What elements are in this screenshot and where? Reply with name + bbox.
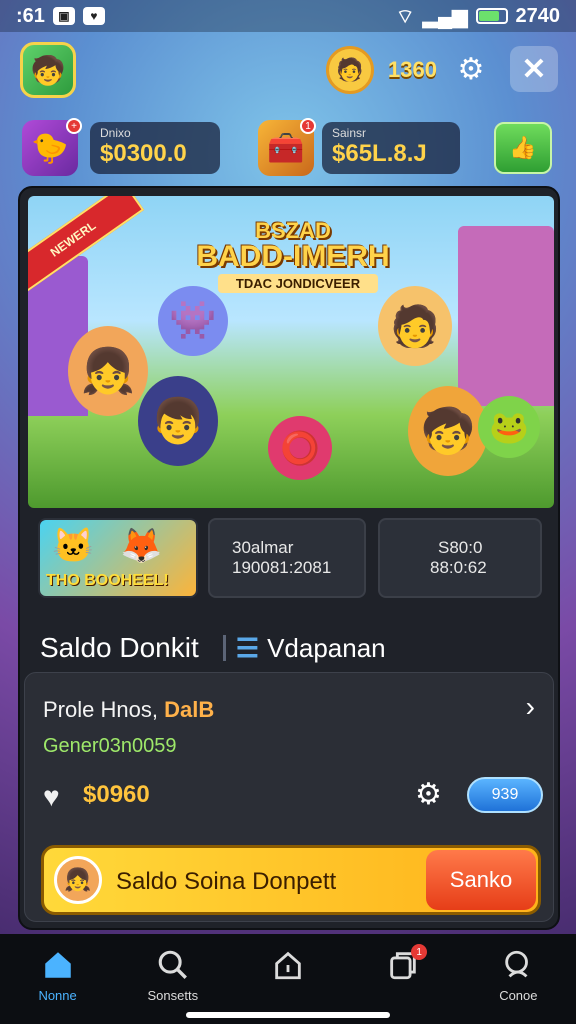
tab-saldo[interactable]: Saldo Donkit bbox=[40, 632, 199, 664]
settings-gear-icon[interactable]: ⚙ bbox=[454, 52, 488, 86]
left-stat-label: Dnixo bbox=[100, 126, 131, 140]
chevron-right-icon[interactable]: › bbox=[526, 691, 535, 723]
nav-home[interactable]: Nonne bbox=[8, 948, 108, 1024]
left-stat-badge: + bbox=[66, 118, 82, 134]
info-card-2-line1: S80:0 bbox=[438, 538, 483, 557]
tab-vdapanan-label: Vdapanan bbox=[267, 632, 386, 663]
coin-value: 1360 bbox=[388, 57, 437, 82]
banner-subtitle: TDAC JONDICVEER bbox=[218, 274, 378, 293]
offer-gear-icon[interactable]: ⚙ bbox=[415, 777, 442, 812]
info-card-2-line2: 88:0:62 bbox=[430, 558, 487, 577]
nav-chat[interactable]: Conoe bbox=[468, 948, 568, 1024]
signal-icon: ▂▄▆ bbox=[422, 5, 468, 28]
chat-icon bbox=[505, 950, 529, 978]
right-stat-value: $65L.8.J bbox=[332, 140, 427, 167]
left-stat-value: $0300.0 bbox=[100, 140, 187, 167]
cat-icon: 🐱 bbox=[52, 527, 95, 565]
offer-title-highlight: DalB bbox=[164, 697, 215, 722]
tab-vdapanan[interactable]: ☰ Vdapanan bbox=[236, 633, 386, 664]
pink-orb: ⭕ bbox=[268, 416, 332, 480]
hero-character: 🧒 bbox=[408, 386, 488, 476]
fox-icon: 🦊 bbox=[120, 527, 163, 565]
banner-title: BSZAD BADD-IMERH bbox=[188, 220, 398, 272]
main-panel: NEWERL BSZAD BADD-IMERH TDAC JONDICVEER … bbox=[18, 186, 560, 930]
green-monster: 🐸 bbox=[478, 396, 540, 458]
feature-cards: 🐱 🦊 THO BOOHEEL! 30almar 190081:2081 S80… bbox=[38, 518, 544, 598]
status-bar: :61 ▣ ♥ ⌔ ▂▄▆ 2740 bbox=[0, 0, 576, 32]
nav-search-label: Sonsetts bbox=[147, 988, 199, 1003]
list-icon: ☰ bbox=[235, 632, 260, 663]
info-card-1[interactable]: 30almar 190081:2081 bbox=[208, 518, 366, 598]
blue-creature: 👾 bbox=[158, 286, 228, 356]
search-icon bbox=[158, 950, 187, 979]
stats-row: 🐤 + Dnixo $0300.0 🧰 1 Sainsr $65L.8.J 👍 bbox=[0, 118, 576, 176]
profile-avatar[interactable]: 🧒 bbox=[20, 42, 76, 98]
info-card-2[interactable]: S80:0 88:0:62 bbox=[378, 518, 542, 598]
coin-balance[interactable]: 🧑 1360 bbox=[326, 46, 454, 94]
cta-label: Saldo Soina Donpett bbox=[116, 868, 337, 895]
thumb-card-label: THO BOOHEEL! bbox=[46, 572, 169, 589]
tab-divider bbox=[222, 635, 226, 661]
home-icon bbox=[44, 952, 71, 978]
boy-character: 👦 bbox=[138, 376, 218, 466]
offer-title: Prole Hnos, DalB bbox=[43, 697, 214, 723]
message-icon: ♥ bbox=[82, 7, 105, 25]
battery-icon bbox=[475, 8, 508, 24]
offer-code: Gener03n0059 bbox=[43, 735, 177, 757]
left-stat: Dnixo $0300.0 bbox=[90, 122, 220, 174]
bottom-nav: Nonne Sonsetts 1 Conoe bbox=[0, 934, 576, 1024]
right-stat: Sainsr $65L.8.J bbox=[322, 122, 460, 174]
banner-title-line1: BSZAD bbox=[255, 218, 331, 243]
girl-character: 👧 bbox=[68, 326, 148, 416]
cta-avatar: 👧 bbox=[54, 856, 102, 904]
wifi-icon: ⌔ bbox=[395, 5, 415, 28]
nav-chat-label: Conoe bbox=[499, 988, 538, 1003]
right-stat-label: Sainsr bbox=[332, 126, 367, 140]
offer-price: $0960 bbox=[83, 781, 150, 808]
hero-banner[interactable]: NEWERL BSZAD BADD-IMERH TDAC JONDICVEER … bbox=[28, 196, 554, 508]
house-icon bbox=[275, 951, 301, 980]
banner-title-line2: BADD-IMERH bbox=[196, 240, 390, 273]
top-bar: 🧒 🧑 1360 ⚙ ✕ bbox=[0, 40, 576, 104]
info-card-1-line1: 30almar bbox=[232, 538, 294, 557]
offer-card: Prole Hnos, DalB › Gener03n0059 ♥ $0960 … bbox=[24, 672, 554, 922]
coin-avatar-icon: 🧑 bbox=[326, 46, 374, 94]
info-card-1-line2: 190081:2081 bbox=[232, 558, 332, 577]
clock: :61 bbox=[16, 4, 45, 27]
cta-bar[interactable]: 👧 Saldo Soina Donpett Sanko bbox=[41, 845, 541, 915]
close-button[interactable]: ✕ bbox=[510, 46, 558, 92]
battery-level: 2740 bbox=[515, 4, 561, 27]
offer-title-prefix: Prole Hnos, bbox=[43, 697, 158, 722]
like-button[interactable]: 👍 bbox=[494, 122, 552, 174]
cta-button[interactable]: Sanko bbox=[426, 850, 536, 910]
home-indicator bbox=[186, 1012, 390, 1018]
thumb-card[interactable]: 🐱 🦊 THO BOOHEEL! bbox=[38, 518, 198, 598]
right-stat-badge: 1 bbox=[300, 118, 316, 134]
thumbs-up-icon: 👍 bbox=[509, 135, 537, 160]
heart-icon[interactable]: ♥ bbox=[43, 781, 73, 812]
nav-home-label: Nonne bbox=[38, 988, 77, 1003]
offer-pill-button[interactable]: 939 bbox=[467, 777, 543, 813]
gallery-icon: ▣ bbox=[52, 7, 75, 25]
castle-tower bbox=[458, 226, 554, 406]
section-tabs: Saldo Donkit ☰ Vdapanan bbox=[40, 628, 540, 668]
blonde-character: 🧑 bbox=[378, 286, 452, 366]
nav-badge: 1 bbox=[411, 944, 428, 960]
